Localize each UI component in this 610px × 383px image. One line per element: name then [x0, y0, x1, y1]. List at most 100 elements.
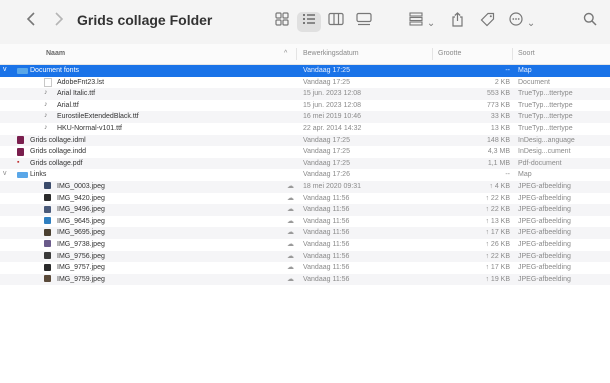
cloud-icon[interactable]: ☁ — [287, 228, 294, 236]
folder-row[interactable]: v Links Vandaag 17:26 -- Map — [0, 169, 610, 181]
file-row[interactable]: Grids collage.idml Vandaag 17:25 148 KB InD… — [0, 134, 610, 147]
column-kind[interactable]: Soort — [518, 50, 535, 57]
cloud-icon[interactable]: ☁ — [287, 275, 294, 283]
folder-row[interactable]: v Document fonts Vandaag 17:25 -- Map — [0, 65, 610, 77]
more-actions-button[interactable]: ⌄ — [506, 12, 538, 32]
file-date: Vandaag 11:56 — [303, 252, 350, 260]
file-row[interactable]: ♪ Arial.ttf 15 jun. 2023 12:08 773 KB TrueTy… — [0, 100, 610, 112]
back-button[interactable] — [22, 10, 40, 30]
file-name: Grids collage.indd — [30, 148, 87, 156]
file-date: 18 mei 2020 09:31 — [303, 182, 361, 190]
list-view-button[interactable] — [297, 12, 321, 32]
file-row[interactable]: ♪ Arial Italic.ttf 15 jun. 2023 12:08 553 K… — [0, 88, 610, 100]
share-button[interactable] — [448, 12, 466, 32]
chevron-right-icon — [55, 12, 64, 26]
icon-view-button[interactable] — [270, 12, 294, 32]
file-kind: JPEG-afbeelding — [518, 182, 571, 190]
file-name: EurostileExtendedBlack.ttf — [57, 113, 139, 121]
toolbar: Grids collage Folder ⌄ ⌄ — [0, 0, 610, 45]
disclosure-triangle-icon[interactable]: v — [3, 170, 7, 177]
group-button[interactable]: ⌄ — [407, 12, 437, 32]
cloud-icon[interactable]: ☁ — [287, 182, 294, 190]
file-date: Vandaag 17:25 — [303, 78, 350, 86]
column-size[interactable]: Grootte — [438, 50, 461, 57]
file-date: Vandaag 17:25 — [303, 136, 350, 144]
file-size: -- — [505, 171, 510, 179]
cloud-icon[interactable]: ☁ — [287, 205, 294, 213]
file-row[interactable]: IMG_0003.jpeg ☁ 18 mei 2020 09:31 ↑ 4 KB JPE… — [0, 180, 610, 193]
file-kind: Document — [518, 78, 550, 86]
file-row[interactable]: ▪ Grids collage.pdf Vandaag 17:25 1,1 MB Pdf… — [0, 157, 610, 170]
file-row[interactable]: IMG_9759.jpeg ☁ Vandaag 11:56 ↑ 19 KB JPEG-a… — [0, 273, 610, 286]
cloud-icon[interactable]: ☁ — [287, 194, 294, 202]
column-date[interactable]: Bewerkingsdatum — [303, 50, 359, 57]
font-file-icon: ♪ — [44, 100, 48, 108]
file-kind: TrueTyp...ttertype — [518, 113, 573, 121]
column-divider[interactable] — [296, 48, 297, 60]
cloud-icon[interactable]: ☁ — [287, 252, 294, 260]
tag-button[interactable] — [478, 12, 496, 32]
ellipsis-circle-icon — [509, 12, 523, 26]
file-name: IMG_9756.jpeg — [57, 252, 105, 260]
file-row[interactable]: IMG_9738.jpeg ☁ Vandaag 11:56 ↑ 26 KB JPEG-a… — [0, 239, 610, 251]
file-row[interactable]: IMG_9757.jpeg ☁ Vandaag 11:56 ↑ 17 KB JPEG-a… — [0, 262, 610, 274]
search-button[interactable] — [582, 12, 598, 32]
file-size: ↑ 22 KB — [485, 252, 510, 260]
image-icon — [44, 252, 51, 259]
file-row[interactable]: IMG_9756.jpeg ☁ Vandaag 11:56 ↑ 22 KB JPEG-a… — [0, 250, 610, 263]
grid-view-icon — [275, 12, 289, 26]
file-size: -- — [505, 67, 510, 74]
file-date: 16 mei 2019 10:46 — [303, 113, 361, 121]
file-size: ↑ 22 KB — [485, 206, 510, 214]
file-date: Vandaag 11:56 — [303, 194, 350, 202]
file-name: Grids collage.idml — [30, 136, 86, 144]
column-name[interactable]: Naam — [46, 50, 65, 57]
file-name: IMG_9759.jpeg — [57, 275, 105, 283]
cloud-icon[interactable]: ☁ — [287, 217, 294, 225]
file-size: ↑ 19 KB — [485, 275, 510, 283]
file-size: 13 KB — [490, 124, 510, 132]
window-title: Grids collage Folder — [77, 12, 213, 28]
file-kind: Pdf-document — [518, 159, 562, 167]
pdf-icon: ▪ — [17, 158, 20, 166]
font-file-icon: ♪ — [44, 112, 48, 120]
file-row[interactable]: IMG_9420.jpeg ☁ Vandaag 11:56 ↑ 22 KB JPEG-a… — [0, 193, 610, 205]
folder-icon — [17, 68, 28, 74]
font-file-icon: ♪ — [44, 123, 48, 131]
file-kind: Map — [518, 67, 532, 74]
file-date: Vandaag 11:56 — [303, 206, 350, 214]
file-kind: JPEG-afbeelding — [518, 206, 571, 214]
search-icon — [583, 12, 597, 26]
file-row[interactable]: IMG_9645.jpeg ☁ Vandaag 11:56 ↑ 13 KB JPEG-a… — [0, 216, 610, 228]
share-icon — [451, 12, 463, 27]
file-row[interactable]: AdobeFnt23.lst Vandaag 17:25 2 KB Document — [0, 77, 610, 89]
column-view-button[interactable] — [324, 12, 348, 32]
file-size: ↑ 22 KB — [485, 194, 510, 202]
file-name: IMG_9645.jpeg — [57, 217, 105, 225]
file-name: IMG_9757.jpeg — [57, 264, 105, 272]
file-row[interactable]: Grids collage.indd Vandaag 17:25 4,3 MB InD… — [0, 146, 610, 158]
column-divider[interactable] — [432, 48, 433, 60]
cloud-icon[interactable]: ☁ — [287, 263, 294, 271]
file-date: 15 jun. 2023 12:08 — [303, 101, 361, 109]
column-view-icon — [328, 12, 344, 26]
image-icon — [44, 240, 51, 248]
cloud-icon[interactable]: ☁ — [287, 240, 294, 248]
chevron-left-icon — [26, 12, 35, 26]
forward-button[interactable] — [50, 10, 68, 30]
file-name: HKU-Normal-v101.ttf — [57, 124, 122, 132]
file-name: AdobeFnt23.lst — [57, 78, 105, 86]
file-row[interactable]: ♪ EurostileExtendedBlack.ttf 16 mei 2019 1… — [0, 111, 610, 123]
file-row[interactable]: IMG_9496.jpeg ☁ Vandaag 11:56 ↑ 22 KB JPEG-a… — [0, 204, 610, 216]
file-row[interactable]: IMG_9695.jpeg ☁ Vandaag 11:56 ↑ 17 KB JPEG-a… — [0, 227, 610, 239]
disclosure-triangle-icon[interactable]: v — [3, 66, 7, 73]
column-header: Naam ^ Bewerkingsdatum Grootte Soort — [0, 44, 610, 65]
file-kind: JPEG-afbeelding — [518, 240, 571, 248]
image-icon — [44, 194, 51, 202]
file-name: Arial Italic.ttf — [57, 90, 96, 98]
chevron-down-icon: ⌄ — [526, 18, 536, 29]
file-size: 2 KB — [494, 78, 510, 86]
file-row[interactable]: ♪ HKU-Normal-v101.ttf 22 apr. 2014 14:32 13… — [0, 123, 610, 135]
column-divider[interactable] — [512, 48, 513, 60]
gallery-view-button[interactable] — [352, 12, 376, 32]
